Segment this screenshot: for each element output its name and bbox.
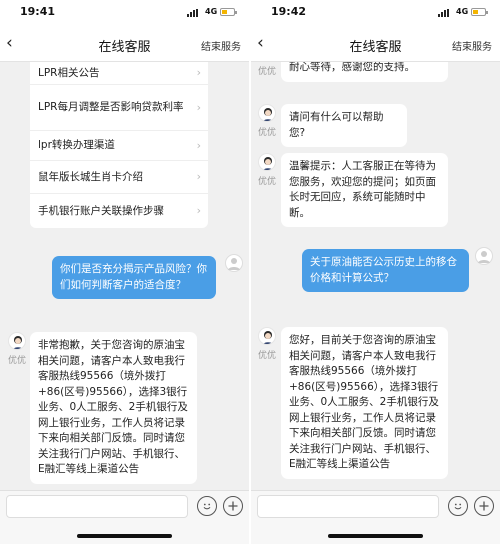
nav-bar: ‹ 在线客服 结束服务 (251, 26, 500, 62)
user-message-bubble: 关于原油能否公示历史上的移仓价格和计算公式？ (302, 249, 469, 292)
smiley-icon[interactable] (448, 496, 468, 516)
faq-item[interactable]: 鼠年版长城生肖卡介绍 › (30, 161, 208, 194)
agent-avatar-icon (258, 153, 276, 171)
agent-message-bubble: 非常抱歉，关于您咨询的原油宝相关问题，请客户本人致电我行客服热线95566（境外… (30, 332, 197, 484)
status-time: 19:42 (271, 5, 307, 18)
faq-item-label: LPR相关公告 (38, 66, 100, 79)
chat-screen-left: 19:41 4G ‹ 在线客服 结束服务 LPR相关公告 › LPR每月调整是否… (0, 0, 249, 544)
faq-item[interactable]: 手机银行账户关联操作步骤 › (30, 194, 208, 228)
chat-screen-right: 19:42 4G ‹ 在线客服 结束服务 优优 耐心等待，感谢您的支持。 优优 … (251, 0, 500, 544)
network-type: 4G (456, 7, 469, 16)
agent-message-bubble: 耐心等待，感谢您的支持。 (281, 62, 448, 82)
system-notice-bubble: 温馨提示：人工客服正在等待为您服务，欢迎您的提问；如页面长时无回应，系统可能随时… (281, 153, 448, 227)
agent-message-bubble: 您好，目前关于您咨询的原油宝相关问题，请客户本人致电我行客服热线95566（境外… (281, 327, 448, 479)
agent-avatar-icon (8, 332, 26, 350)
chevron-right-icon: › (196, 170, 201, 183)
signal-icon (187, 9, 201, 17)
agent-avatar-icon (258, 104, 276, 122)
message-input[interactable] (257, 495, 439, 518)
smiley-icon[interactable] (197, 496, 217, 516)
end-service-button[interactable]: 结束服务 (201, 38, 241, 53)
plus-circle-icon[interactable] (223, 496, 243, 516)
chevron-right-icon: › (196, 138, 201, 152)
status-bar: 19:41 4G (0, 0, 249, 26)
chat-area[interactable]: LPR相关公告 › LPR每月调整是否影响贷款利率 › lpr转换办理渠道 › … (0, 62, 249, 490)
chat-area[interactable]: 优优 耐心等待，感谢您的支持。 优优 请问有什么可以帮助您? 优优 温馨提示：人… (251, 62, 500, 490)
faq-item-label: lpr转换办理渠道 (38, 139, 115, 151)
plus-circle-icon[interactable] (474, 496, 494, 516)
agent-name: 优优 (257, 128, 276, 138)
agent-message-bubble: 请问有什么可以帮助您? (281, 104, 407, 147)
user-avatar-icon (475, 247, 493, 265)
status-bar: 19:42 4G (251, 0, 500, 26)
battery-icon (220, 8, 237, 16)
message-input[interactable] (6, 495, 188, 518)
agent-name: 优优 (257, 67, 276, 77)
status-time: 19:41 (20, 5, 56, 18)
chevron-right-icon: › (196, 100, 201, 114)
input-bar (251, 490, 500, 522)
faq-item-label: LPR每月调整是否影响贷款利率 (38, 101, 184, 113)
chevron-right-icon: › (196, 204, 201, 217)
user-message-bubble: 你们是否充分揭示产品风险？你们如何判断客户的适合度？ (52, 256, 216, 299)
chevron-right-icon: › (196, 66, 201, 79)
faq-item-label: 手机银行账户关联操作步骤 (38, 204, 164, 217)
network-type: 4G (205, 7, 218, 16)
agent-name: 优优 (257, 177, 276, 187)
agent-name: 优优 (7, 356, 26, 366)
faq-item[interactable]: LPR相关公告 › (30, 62, 208, 85)
user-avatar-icon (225, 254, 243, 272)
faq-item-label: 鼠年版长城生肖卡介绍 (38, 170, 143, 183)
end-service-button[interactable]: 结束服务 (452, 38, 492, 53)
faq-list: LPR相关公告 › LPR每月调整是否影响贷款利率 › lpr转换办理渠道 › … (30, 62, 208, 228)
signal-icon (438, 9, 452, 17)
agent-name: 优优 (257, 351, 276, 361)
agent-avatar-icon (258, 327, 276, 345)
input-bar (0, 490, 249, 522)
home-indicator (0, 522, 249, 544)
nav-bar: ‹ 在线客服 结束服务 (0, 26, 249, 62)
battery-icon (471, 8, 488, 16)
home-indicator (251, 522, 500, 544)
faq-item[interactable]: lpr转换办理渠道 › (30, 131, 208, 161)
faq-item[interactable]: LPR每月调整是否影响贷款利率 › (30, 85, 208, 131)
